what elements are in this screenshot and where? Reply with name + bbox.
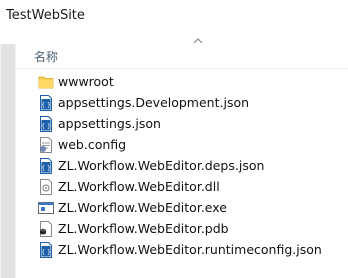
list-item-web-config[interactable]: web.config (36, 135, 346, 156)
name-column-header[interactable]: 名称 (34, 48, 58, 65)
json-file-icon: { } (40, 116, 52, 132)
file-name: web.config (58, 137, 127, 152)
sort-ascending-icon (193, 38, 203, 44)
list-item-wwwroot[interactable]: wwwroot (36, 72, 346, 93)
list-item-dll[interactable]: ZL.Workflow.WebEditor.dll (36, 177, 346, 198)
list-item-exe[interactable]: ZL.Workflow.WebEditor.exe (36, 198, 346, 219)
column-header[interactable]: 名称 (16, 36, 348, 69)
window-title: TestWebSite (6, 8, 85, 23)
file-name: ZL.Workflow.WebEditor.pdb (58, 221, 229, 236)
json-file-icon: { } (40, 95, 52, 111)
folder-icon (38, 76, 54, 89)
json-file-icon: { } (40, 158, 52, 174)
title-bar: TestWebSite (0, 0, 348, 36)
exe-file-icon (38, 202, 54, 214)
file-name: ZL.Workflow.WebEditor.dll (58, 179, 220, 194)
explorer-window: TestWebSite 名称 wwwroot { } appsettings.D… (0, 0, 348, 278)
list-item-runtimeconfig-json[interactable]: { } ZL.Workflow.WebEditor.runtimeconfig.… (36, 240, 346, 261)
file-name: ZL.Workflow.WebEditor.runtimeconfig.json (58, 242, 322, 257)
list-item-appsettings-json[interactable]: { } appsettings.json (36, 114, 346, 135)
nav-scrollbar-thumb[interactable] (1, 44, 15, 278)
file-name: appsettings.json (58, 116, 161, 131)
list-item-appsettings-development-json[interactable]: { } appsettings.Development.json (36, 93, 346, 114)
file-name: wwwroot (58, 74, 114, 89)
file-name: appsettings.Development.json (58, 95, 250, 110)
svg-text:{ }: { } (41, 123, 51, 130)
svg-text:{ }: { } (41, 165, 51, 172)
list-item-deps-json[interactable]: { } ZL.Workflow.WebEditor.deps.json (36, 156, 346, 177)
svg-text:{ }: { } (41, 102, 51, 109)
svg-text:{ }: { } (41, 249, 51, 256)
file-name: ZL.Workflow.WebEditor.deps.json (58, 158, 265, 173)
file-name: ZL.Workflow.WebEditor.exe (58, 200, 227, 215)
config-file-icon (40, 137, 52, 153)
json-file-icon: { } (40, 242, 52, 258)
pdb-file-icon (40, 221, 52, 237)
list-item-pdb[interactable]: ZL.Workflow.WebEditor.pdb (36, 219, 346, 240)
file-list: wwwroot { } appsettings.Development.json… (36, 72, 346, 261)
dll-file-icon (40, 179, 52, 195)
